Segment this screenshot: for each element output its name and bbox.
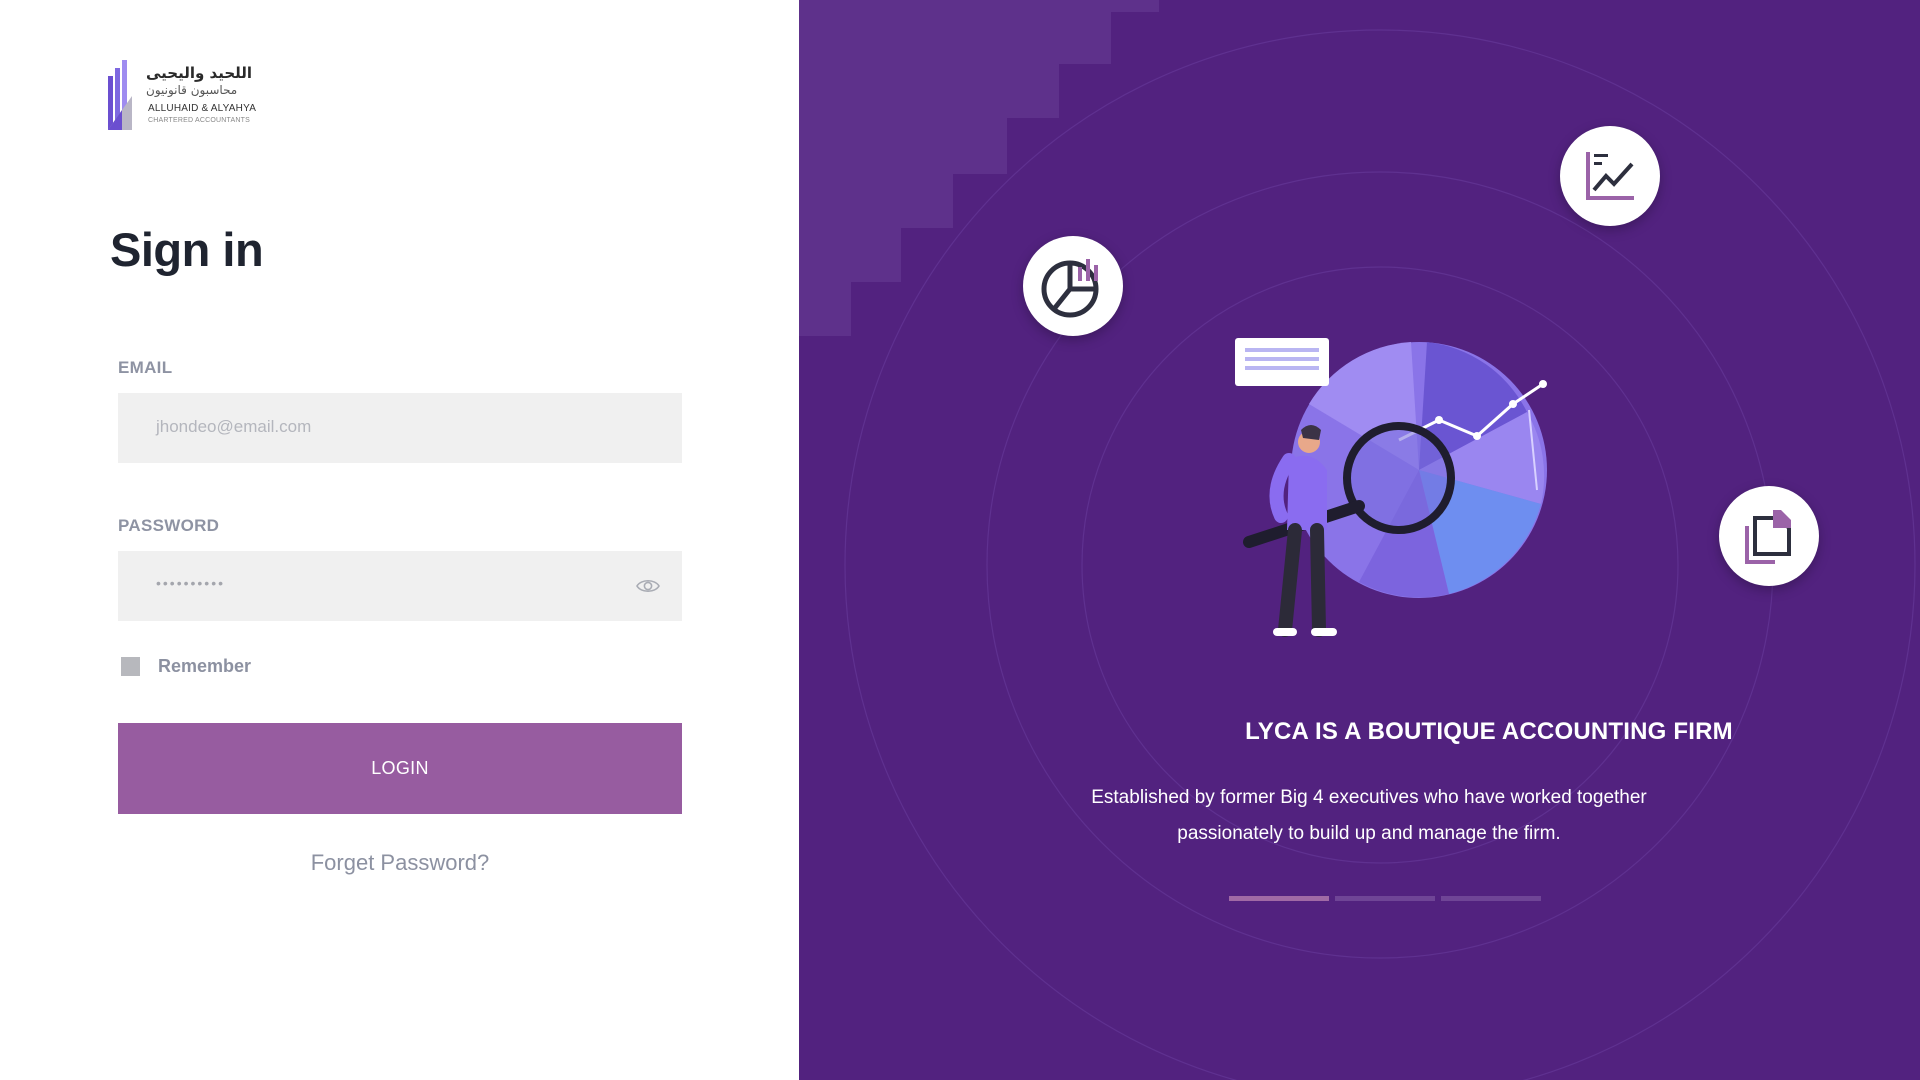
logo-english-subtitle: CHARTERED ACCOUNTANTS [148,117,250,124]
email-field[interactable]: jhondeo@email.com [118,393,682,463]
promo-description: Established by former Big 4 executives w… [1091,787,1647,844]
slide-dot-3[interactable] [1441,896,1541,901]
slide-dot-1[interactable] [1229,896,1329,901]
forget-password-link[interactable]: Forget Password? [118,850,682,876]
email-label: EMAIL [118,358,173,377]
password-masked-value: •••••••••• [156,575,226,591]
eye-icon[interactable] [636,575,660,597]
slide-indicator [1229,896,1541,901]
logo-mark-icon [108,60,132,130]
logo-arabic-name: اللحيد واليحيى [146,64,253,82]
email-placeholder: jhondeo@email.com [156,417,312,436]
analysis-illustration [1235,338,1547,637]
document-badge [1719,486,1819,586]
promo-headline: LYCA IS A BOUTIQUE ACCOUNTING FIRM [1245,718,1733,745]
remember-checkbox[interactable] [121,657,140,676]
logo-arabic-subtitle: محاسبون قانونيون [146,83,238,97]
chart-badge [1023,236,1123,336]
page-title: Sign in [110,223,264,276]
password-field[interactable]: •••••••••• [118,551,682,621]
document-icon [1745,510,1791,564]
pie-chart-icon [1041,259,1099,318]
remember-row[interactable]: Remember [121,656,251,677]
login-button[interactable]: LOGIN [118,723,682,814]
trend-chart-icon [1586,152,1634,200]
remember-label: Remember [158,656,252,676]
trend-badge [1560,126,1660,226]
logo-english-name: ALLUHAID & ALYAHYA [148,103,257,114]
password-label: PASSWORD [118,516,220,535]
signin-panel: اللحيد واليحيى محاسبون قانونيون ALLUHAID… [0,0,799,1080]
slide-dot-2[interactable] [1335,896,1435,901]
promo-panel: LYCA IS A BOUTIQUE ACCOUNTING FIRM Estab… [799,0,1920,1080]
company-logo: اللحيد واليحيى محاسبون قانونيون ALLUHAID… [106,56,266,132]
